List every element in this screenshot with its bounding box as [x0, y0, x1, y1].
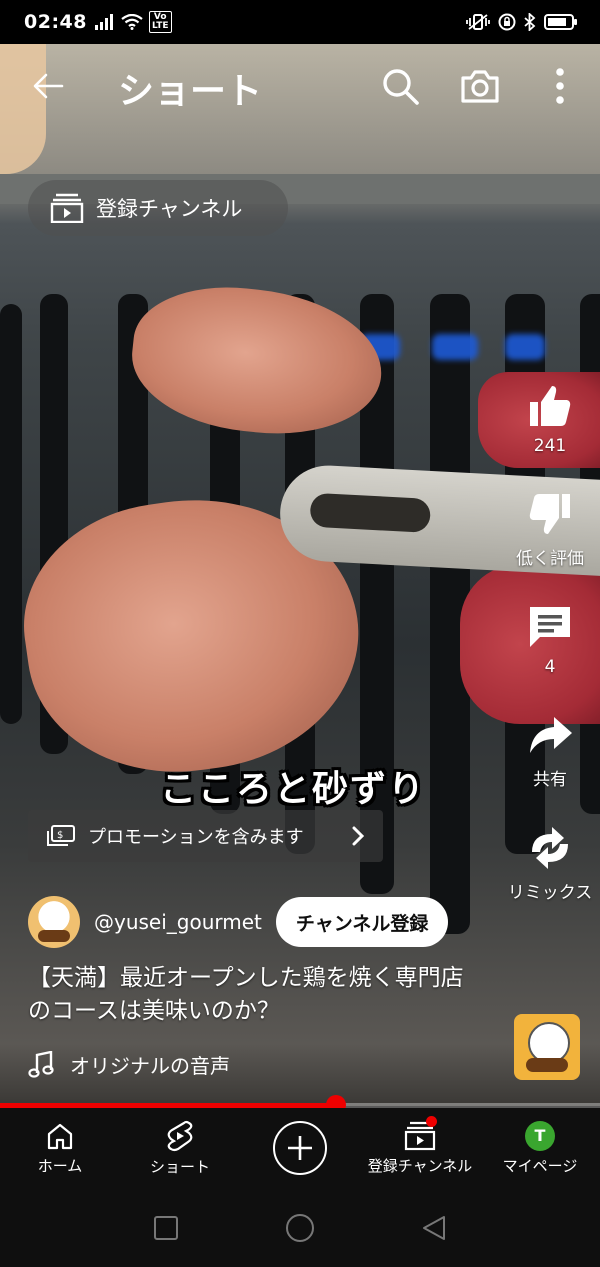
channel-avatar[interactable] — [28, 896, 80, 948]
nav-mypage-label: マイページ — [502, 1156, 578, 1175]
dnd-icon — [498, 13, 516, 31]
comment-count: 4 — [544, 657, 556, 677]
subscriptions-icon — [50, 193, 84, 223]
plus-icon — [288, 1136, 312, 1160]
nav-subscriptions[interactable]: 登録チャンネル — [360, 1108, 480, 1188]
share-button[interactable]: 共有 — [526, 711, 574, 790]
audio-row[interactable]: オリジナルの音声 — [28, 1050, 230, 1079]
like-button[interactable]: 241 — [526, 382, 574, 456]
page-title: ショート — [118, 71, 263, 112]
chevron-right-icon — [352, 826, 365, 846]
channel-row: @yusei_gourmet チャンネル登録 — [28, 896, 449, 948]
thumb-down-icon — [529, 494, 570, 534]
dislike-label: 低く評価 — [516, 549, 584, 569]
home-icon — [47, 1123, 73, 1149]
nav-shorts[interactable]: ショート — [120, 1108, 240, 1188]
thumb-up-icon — [530, 386, 571, 426]
video-caption: こころと砂ずり — [160, 769, 427, 810]
channel-handle[interactable]: @yusei_gourmet — [94, 910, 262, 934]
mypage-avatar: T — [525, 1120, 555, 1151]
more-vert-icon[interactable] — [538, 64, 582, 108]
back-triangle-icon[interactable] — [420, 1214, 448, 1242]
nav-home[interactable]: ホーム — [0, 1108, 120, 1188]
like-count: 241 — [533, 436, 567, 456]
nav-create[interactable] — [240, 1108, 360, 1188]
subscriptions-chip-label: 登録チャンネル — [96, 197, 243, 221]
subscribe-button[interactable]: チャンネル登録 — [275, 897, 449, 947]
system-nav — [0, 1188, 600, 1267]
svg-text:$: $ — [57, 830, 63, 841]
recents-icon[interactable] — [152, 1214, 180, 1242]
back-arrow-icon[interactable] — [28, 66, 68, 106]
video-title[interactable]: 【天満】最近オープンした鶏を焼く専門店のコースは美味いのか？ — [28, 962, 468, 1028]
action-rail: 241 低く評価 4 共有 リミックス — [500, 382, 600, 903]
top-bar: ショート — [0, 44, 600, 128]
nav-shorts-label: ショート — [149, 1157, 210, 1176]
music-note-icon — [28, 1050, 54, 1078]
battery-icon — [544, 14, 577, 30]
wifi-icon — [121, 14, 143, 30]
volte-icon: Vo LTE — [148, 11, 172, 33]
comment-icon — [530, 607, 570, 647]
home-circle-icon[interactable] — [284, 1212, 316, 1244]
shorts-icon — [167, 1120, 193, 1151]
share-label: 共有 — [533, 770, 567, 790]
promotion-label: プロモーションを含みます — [88, 827, 304, 848]
vibrate-icon — [466, 14, 490, 30]
share-icon — [530, 717, 572, 753]
promotion-icon: $ — [47, 825, 75, 846]
promotion-disclosure[interactable]: $ プロモーションを含みます — [28, 810, 383, 862]
audio-label: オリジナルの音声 — [70, 1054, 230, 1078]
remix-button[interactable]: リミックス — [507, 824, 593, 903]
notification-dot — [426, 1116, 437, 1127]
sound-thumbnail[interactable] — [514, 1014, 580, 1080]
nav-home-label: ホーム — [37, 1156, 83, 1175]
nav-subscriptions-label: 登録チャンネル — [367, 1156, 473, 1175]
comments-button[interactable]: 4 — [526, 603, 574, 677]
remix-label: リミックス — [507, 883, 593, 903]
nav-mypage[interactable]: T マイページ — [480, 1108, 600, 1188]
remix-icon — [532, 827, 568, 869]
camera-icon[interactable] — [458, 64, 502, 108]
bluetooth-icon — [524, 13, 536, 31]
subscriptions-chip[interactable]: 登録チャンネル — [28, 180, 288, 236]
status-time: 02:48 — [24, 11, 87, 33]
bottom-nav: ホーム ショート 登録チャンネル T マイページ — [0, 1108, 600, 1188]
signal-icon — [94, 14, 113, 30]
create-button[interactable] — [273, 1121, 327, 1175]
dislike-button[interactable]: 低く評価 — [516, 490, 584, 569]
search-icon[interactable] — [378, 64, 422, 108]
status-bar: 02:48 Vo LTE — [0, 0, 600, 44]
